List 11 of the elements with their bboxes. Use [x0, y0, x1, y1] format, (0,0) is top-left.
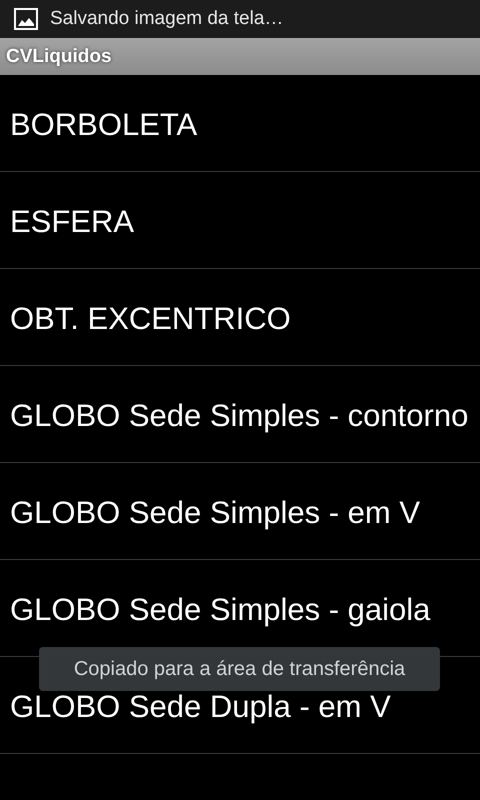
list-item[interactable]: OBT. EXCENTRICO: [10, 302, 291, 336]
list-item[interactable]: GLOBO Sede Simples - em V: [10, 496, 420, 530]
list-item[interactable]: GLOBO Sede Dupla - em V: [10, 690, 391, 724]
list-item[interactable]: ESFERA: [10, 206, 134, 238]
app-title: CVLiquidos: [6, 46, 112, 68]
list-item[interactable]: GLOBO Sede Simples - contorno: [10, 400, 468, 432]
notification-text: Salvando imagem da tela…: [50, 8, 284, 30]
image-icon: [14, 8, 38, 30]
list-item[interactable]: BORBOLETA: [10, 108, 198, 142]
toast-message: Copiado para a área de transferência: [39, 647, 440, 691]
list-item[interactable]: GLOBO Sede Simples - gaiola: [10, 594, 430, 626]
